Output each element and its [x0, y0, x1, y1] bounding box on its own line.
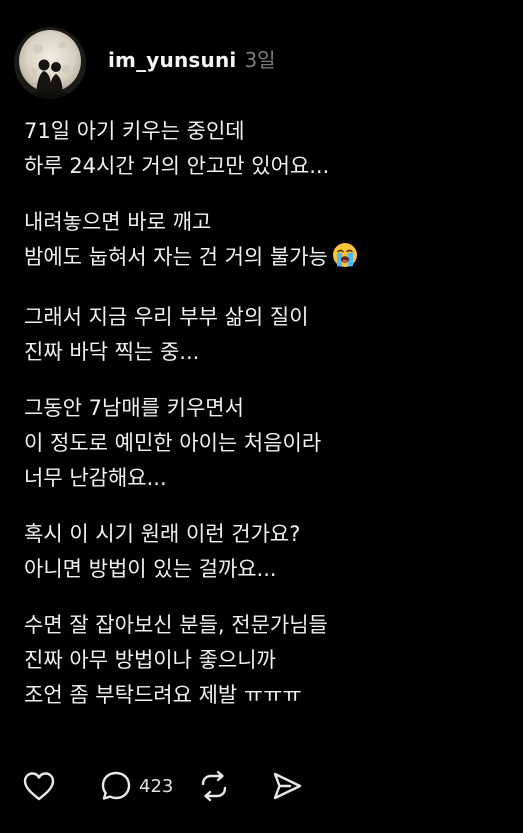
post-paragraph: 혹시 이 시기 원래 이런 건가요? 아니면 방법이 있는 걸까요... — [24, 517, 504, 587]
post-line: 수면 잘 잡아보신 분들, 전문가님들 — [24, 613, 328, 637]
post-line-text: 밤에도 눕혀서 자는 건 거의 불가능 — [24, 245, 328, 269]
post-paragraph: 수면 잘 잡아보신 분들, 전문가님들 진짜 아무 방법이나 좋으니까 조언 좀… — [24, 608, 504, 713]
like-button[interactable] — [22, 770, 82, 802]
loudly-crying-face-icon — [332, 242, 358, 279]
post-actions: 423 — [22, 768, 304, 804]
post-line-with-emoji: 밤에도 눕혀서 자는 건 거의 불가능 — [24, 240, 504, 279]
post-line: 내려놓으면 바로 깨고 — [24, 210, 212, 234]
post-paragraph: 그래서 지금 우리 부부 삶의 질이 진짜 바닥 찍는 중... — [24, 300, 504, 370]
post-paragraph: 그동안 7남매를 키우면서 이 정도로 예민한 아이는 처음이라 너무 난감해요… — [24, 391, 504, 496]
post-line: 조언 좀 부탁드려요 제발 ㅠㅠㅠ — [24, 683, 302, 707]
post-line: 아니면 방법이 있는 걸까요... — [24, 557, 277, 581]
post-paragraph: 71일 아기 키우는 중인데 하루 24시간 거의 안고만 있어요... — [24, 114, 504, 184]
avatar-image — [14, 27, 86, 99]
post-line: 이 정도로 예민한 아이는 처음이라 — [24, 431, 322, 455]
post-line: 진짜 바닥 찍는 중... — [24, 340, 200, 364]
post-line: 그동안 7남매를 키우면서 — [24, 396, 244, 420]
post-header: im_yunsuni 3일 — [14, 27, 276, 99]
author-info: im_yunsuni 3일 — [108, 44, 276, 73]
reply-count: 423 — [139, 775, 174, 797]
repost-icon — [197, 769, 231, 803]
share-button[interactable] — [270, 769, 304, 803]
speech-bubble-icon — [99, 769, 133, 803]
post-line: 너무 난감해요... — [24, 466, 167, 490]
send-icon — [270, 769, 304, 803]
post-line: 그래서 지금 우리 부부 삶의 질이 — [24, 305, 309, 329]
post-paragraph: 내려놓으면 바로 깨고 밤에도 눕혀서 자는 건 거의 불가능 — [24, 205, 504, 279]
post-line: 혹시 이 시기 원래 이런 건가요? — [24, 522, 301, 546]
post-line: 진짜 아무 방법이나 좋으니까 — [24, 648, 276, 672]
post-line: 하루 24시간 거의 안고만 있어요... — [24, 154, 330, 178]
heart-icon — [22, 770, 56, 802]
post-timestamp: 3일 — [244, 47, 276, 72]
repost-button[interactable] — [197, 769, 267, 803]
post-line: 71일 아기 키우는 중인데 — [24, 119, 245, 143]
username[interactable]: im_yunsuni — [108, 48, 236, 72]
post-text: 71일 아기 키우는 중인데 하루 24시간 거의 안고만 있어요... 내려놓… — [24, 114, 504, 734]
avatar[interactable] — [14, 27, 86, 99]
